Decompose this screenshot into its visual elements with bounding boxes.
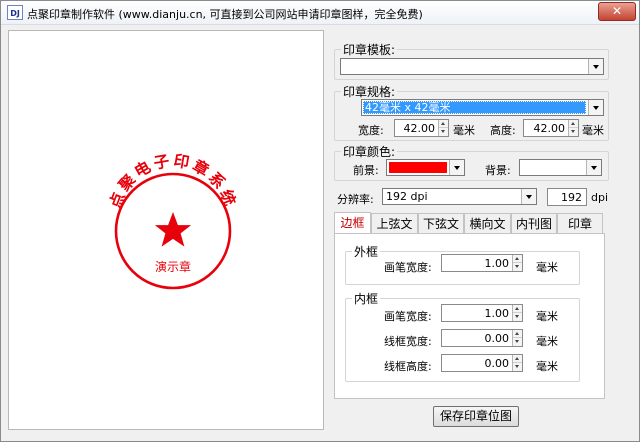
height-label: 高度:	[490, 124, 516, 137]
resolution-display[interactable]: 192	[547, 188, 587, 206]
chevron-down-icon[interactable]	[521, 189, 536, 204]
chevron-down-icon[interactable]	[449, 160, 464, 175]
app-window: DJ 点聚印章制作软件 (www.dianju.cn, 可直接到公司网站申请印章…	[0, 0, 640, 442]
background-label: 背景:	[485, 164, 511, 177]
stamp-star-icon	[154, 212, 192, 247]
spin-up-icon[interactable]	[513, 305, 522, 313]
outer-pen-width-unit: 毫米	[536, 261, 558, 274]
window-title: 点聚印章制作软件 (www.dianju.cn, 可直接到公司网站申请印章图样，…	[27, 8, 423, 21]
tab-lower-arc-text[interactable]: 下弦文	[418, 213, 464, 234]
tab-horizontal-text[interactable]: 横向文	[464, 213, 511, 234]
line-height-spin-buttons[interactable]	[512, 355, 522, 371]
stamp-preview: 点聚电子印章系统 演示章	[8, 30, 324, 430]
background-color-swatch	[522, 162, 584, 173]
outer-pen-width-stepper[interactable]: 1.00	[441, 254, 523, 272]
title-bar[interactable]: DJ 点聚印章制作软件 (www.dianju.cn, 可直接到公司网站申请印章…	[1, 1, 639, 25]
spin-down-icon[interactable]	[439, 128, 448, 136]
inner-frame-label: 内框	[354, 292, 379, 306]
tab-stamp[interactable]: 印章	[557, 213, 603, 234]
resolution-select-value: 192 dpi	[386, 190, 428, 203]
outer-frame-label: 外框	[354, 245, 379, 259]
line-height-value: 0.00	[484, 357, 510, 370]
spec-group-label: 印章规格:	[343, 85, 396, 99]
width-unit: 毫米	[453, 124, 475, 137]
height-unit: 毫米	[582, 124, 604, 137]
outer-pen-width-value: 1.00	[484, 257, 510, 270]
height-stepper[interactable]: 42.00	[523, 119, 579, 137]
line-height-label: 线框高度:	[384, 360, 432, 373]
inner-pen-width-value: 1.00	[484, 307, 510, 320]
foreground-color-select[interactable]	[386, 159, 465, 176]
line-width-stepper[interactable]: 0.00	[441, 329, 523, 347]
outer-pen-width-label: 画笔宽度:	[384, 261, 432, 274]
spin-down-icon[interactable]	[513, 338, 522, 346]
spin-up-icon[interactable]	[569, 120, 578, 128]
line-height-unit: 毫米	[536, 360, 558, 373]
spin-up-icon[interactable]	[439, 120, 448, 128]
line-width-value: 0.00	[484, 332, 510, 345]
stamp-image: 点聚电子印章系统 演示章	[105, 152, 240, 290]
line-height-stepper[interactable]: 0.00	[441, 354, 523, 372]
size-select-value: 42毫米 x 42毫米	[363, 101, 586, 114]
stamp-bottom-text: 演示章	[155, 259, 191, 274]
spin-down-icon[interactable]	[569, 128, 578, 136]
tab-upper-arc-text[interactable]: 上弦文	[371, 213, 418, 234]
stamp-arc-text: 点聚电子印章系统	[105, 152, 240, 211]
tab-strip: 边框 上弦文 下弦文 横向文 内刊图 印章	[334, 212, 605, 235]
template-select[interactable]	[340, 58, 604, 75]
inner-pen-width-unit: 毫米	[536, 310, 558, 323]
width-label: 宽度:	[358, 124, 384, 137]
line-width-label: 线框宽度:	[384, 335, 432, 348]
close-button[interactable]: ✕	[598, 2, 636, 21]
resolution-unit: dpi	[591, 191, 609, 204]
app-logo-icon: DJ	[7, 5, 23, 20]
spin-down-icon[interactable]	[513, 363, 522, 371]
foreground-color-swatch	[389, 162, 447, 173]
spin-down-icon[interactable]	[513, 263, 522, 271]
template-group-label: 印章模板:	[343, 43, 396, 57]
height-spin-buttons[interactable]	[568, 120, 578, 136]
save-stamp-bitmap-button[interactable]: 保存印章位图	[433, 406, 519, 427]
chevron-down-icon[interactable]	[588, 59, 603, 74]
background-color-select[interactable]	[519, 159, 602, 176]
chevron-down-icon[interactable]	[588, 100, 603, 115]
tab-border[interactable]: 边框	[334, 212, 371, 235]
chevron-down-icon[interactable]	[586, 160, 601, 175]
foreground-label: 前景:	[353, 164, 379, 177]
tab-inner-image[interactable]: 内刊图	[511, 213, 557, 234]
spin-up-icon[interactable]	[513, 355, 522, 363]
spin-up-icon[interactable]	[513, 255, 522, 263]
size-select[interactable]: 42毫米 x 42毫米	[361, 99, 604, 116]
width-stepper[interactable]: 42.00	[394, 119, 449, 137]
color-group-label: 印章颜色:	[343, 145, 396, 159]
resolution-label: 分辨率:	[337, 193, 374, 206]
width-value: 42.00	[403, 122, 436, 135]
inner-pen-width-stepper[interactable]: 1.00	[441, 304, 523, 322]
line-width-unit: 毫米	[536, 335, 558, 348]
width-spin-buttons[interactable]	[438, 120, 448, 136]
outer-pen-spin-buttons[interactable]	[512, 255, 522, 271]
line-width-spin-buttons[interactable]	[512, 330, 522, 346]
spin-down-icon[interactable]	[513, 313, 522, 321]
inner-pen-width-label: 画笔宽度:	[384, 310, 432, 323]
height-value: 42.00	[533, 122, 566, 135]
inner-pen-spin-buttons[interactable]	[512, 305, 522, 321]
resolution-select[interactable]: 192 dpi	[382, 188, 537, 205]
spin-up-icon[interactable]	[513, 330, 522, 338]
